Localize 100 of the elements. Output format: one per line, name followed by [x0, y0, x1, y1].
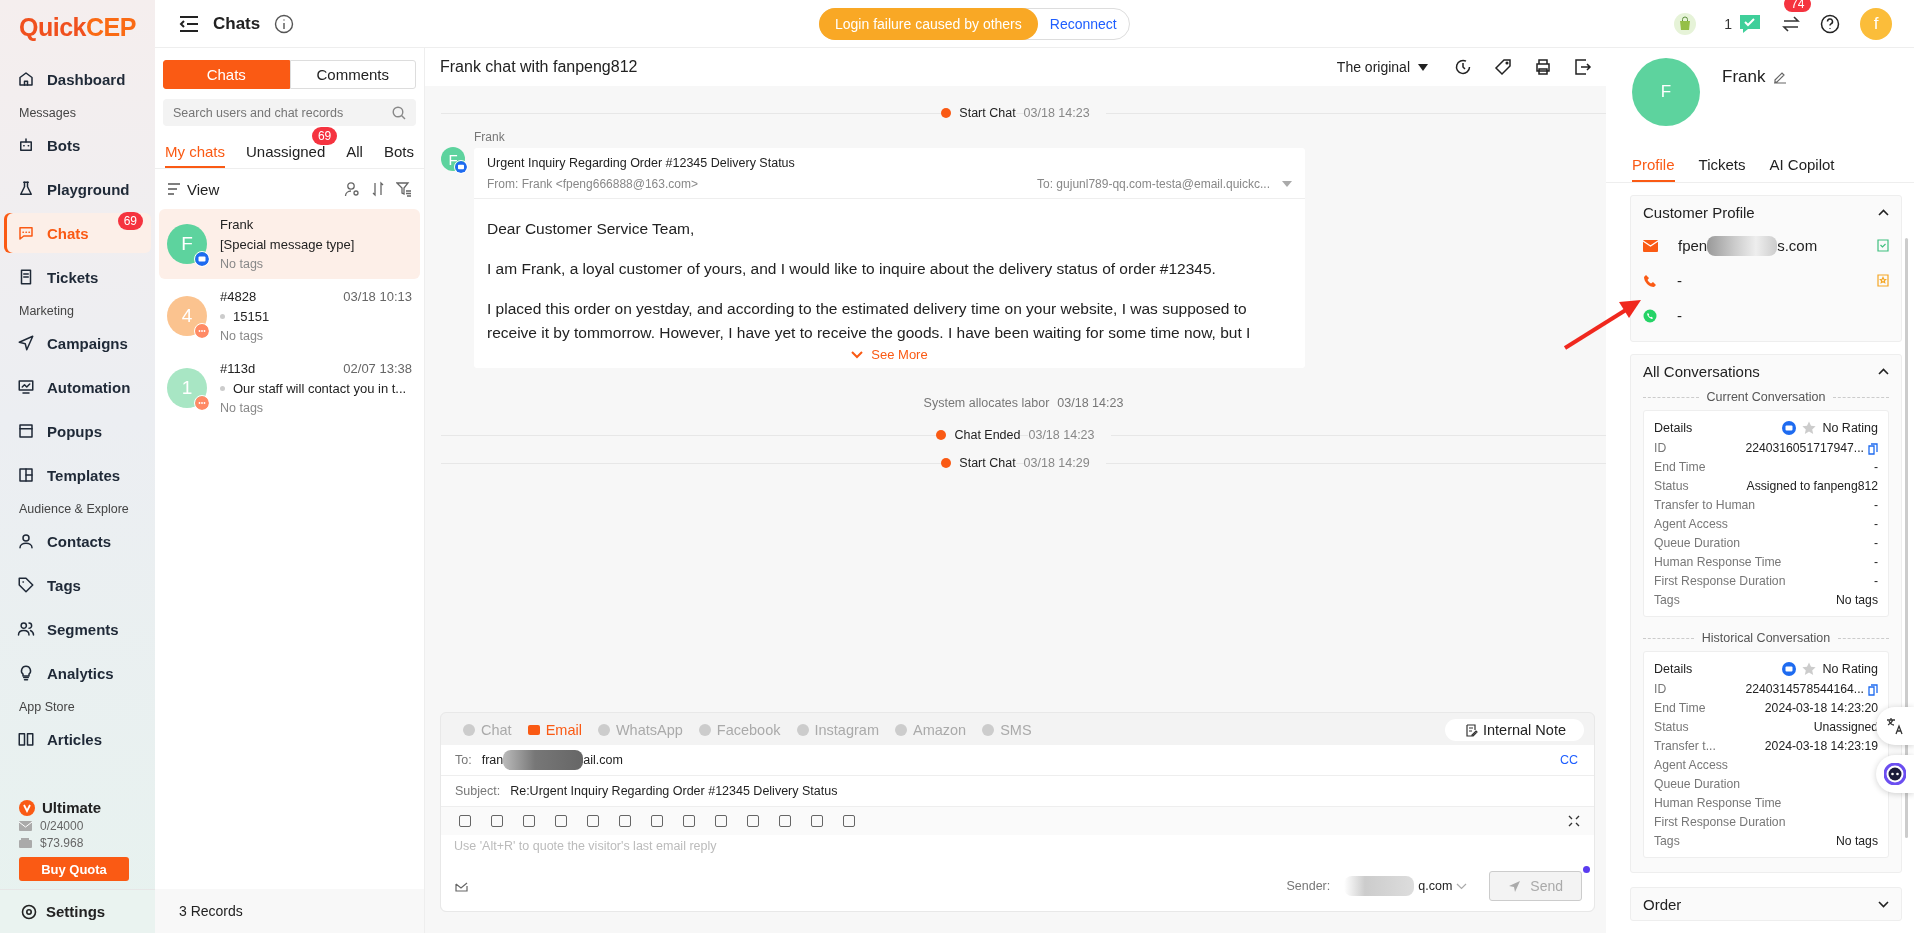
conversation-item[interactable]: 1 #113d 02/07 13:38 Our staff will contact you in t... No tags	[159, 353, 420, 423]
field-label: Status	[1654, 719, 1689, 736]
chat-filter-tab[interactable]: Bots	[383, 140, 414, 168]
nav-item[interactable]: Bots	[4, 125, 151, 165]
flask-icon	[17, 180, 35, 198]
channel-icon	[597, 724, 610, 736]
print-icon[interactable]	[1534, 58, 1552, 76]
nav-item[interactable]: Tags	[4, 565, 151, 605]
history-clock-icon[interactable]	[1454, 58, 1472, 76]
filter-icon[interactable]	[396, 181, 412, 197]
sender-label: Sender:	[1286, 879, 1331, 893]
copy-icon[interactable]	[1868, 683, 1878, 696]
search-icon	[392, 106, 406, 120]
email-prefix: fpen	[1678, 237, 1708, 254]
details-label: Details	[1654, 662, 1693, 676]
nav-item[interactable]: Articles	[4, 719, 151, 759]
reconnect-link[interactable]: Reconnect	[1037, 15, 1129, 32]
email-paragraph: Dear Customer Service Team,	[487, 219, 696, 239]
field-label: Status	[1654, 478, 1689, 495]
section-title: Customer Profile	[1643, 203, 1755, 221]
plan-name: Ultimate	[42, 799, 102, 816]
help-icon[interactable]	[1820, 13, 1840, 34]
profile-tab[interactable]: Tickets	[1698, 146, 1746, 182]
page-title: Chats	[213, 13, 261, 34]
nav-item[interactable]: Templates	[4, 455, 151, 495]
field-value: 2024-03-18 14:23:19	[1764, 738, 1878, 755]
subject-field[interactable]: Re:Urgent Inquiry Regarding Order #12345 Delivery Status	[510, 784, 838, 798]
chevron-down-icon[interactable]	[1878, 900, 1889, 908]
balance: $73.968	[40, 836, 84, 850]
nav-item[interactable]: Playground	[4, 169, 151, 209]
chevron-up-icon[interactable]	[1878, 367, 1889, 375]
counter: 1	[1724, 15, 1732, 32]
alert-message: Login failure caused by others	[819, 7, 1038, 40]
expand-icon[interactable]	[1568, 815, 1580, 827]
timestamp: 03/18 10:13	[343, 289, 412, 304]
email-badge-icon	[1782, 662, 1797, 676]
bookmark-check-icon[interactable]	[1877, 239, 1889, 252]
copy-icon[interactable]	[1868, 442, 1878, 455]
envelope-icon[interactable]	[455, 880, 468, 892]
window-icon	[17, 422, 35, 440]
internal-note-button[interactable]: Internal Note	[1444, 719, 1584, 741]
assistant-button[interactable]	[1876, 755, 1914, 793]
book-icon	[17, 730, 35, 748]
contact-name: #4828	[220, 289, 257, 304]
tag-icon[interactable]	[1494, 58, 1512, 76]
tags-label: No tags	[220, 257, 265, 271]
nav-item[interactable]: Campaigns	[4, 323, 151, 363]
field-value: -	[1873, 497, 1878, 514]
nav-item[interactable]: Contacts	[4, 521, 151, 561]
email-paragraph: I placed this order on yestday, and according to the estimated delivery time on your website, I was supposed to receive it by tommorrow. However, I have yet to receive the goods. I have been waiting for some time now, but I	[487, 299, 1252, 343]
avatar: 4	[167, 296, 207, 336]
chevron-up-icon[interactable]	[1878, 208, 1889, 216]
channel-icon	[463, 724, 475, 736]
nav-item[interactable]: Dashboard	[4, 59, 151, 99]
nav-item[interactable]: Popups	[4, 411, 151, 451]
search-field[interactable]: Search users and chat records	[163, 99, 416, 126]
v-badge-icon	[19, 799, 35, 816]
person-gear-icon[interactable]	[344, 181, 360, 197]
channel-icon	[527, 725, 540, 735]
chat-type-tab[interactable]: Comments	[289, 60, 416, 89]
wallet-icon	[19, 838, 32, 848]
edit-pencil-icon[interactable]	[1773, 70, 1788, 84]
field-value: Unassigned	[1813, 719, 1878, 736]
nav-item[interactable]: Analytics	[4, 653, 151, 693]
section-title: All Conversations	[1643, 362, 1760, 380]
cc-link[interactable]: CC	[1559, 753, 1578, 767]
email-quota: 0/24000	[40, 819, 84, 833]
event-icon	[936, 430, 947, 440]
email-subject: Urgent Inquiry Regarding Order #12345 Delivery Status	[487, 156, 796, 170]
info-icon[interactable]	[274, 13, 295, 34]
exit-icon[interactable]	[1574, 58, 1592, 76]
conversation-item[interactable]: F Frank [Special message type] No tags	[159, 209, 420, 279]
field-value: -	[1873, 516, 1878, 533]
tag-icon	[17, 576, 35, 594]
profile-tab[interactable]: AI Copilot	[1769, 146, 1835, 182]
record-count: 3 Records	[155, 889, 424, 933]
sort-arrows-icon[interactable]	[370, 181, 386, 197]
star-icon	[1802, 421, 1817, 435]
menu-collapse-icon[interactable]	[179, 14, 199, 33]
field-value: 2240316051717947...	[1745, 440, 1864, 457]
house-icon	[17, 70, 35, 88]
chat-check-icon[interactable]	[1738, 12, 1762, 35]
caret-icon	[1418, 63, 1428, 71]
field-value: 2240314578544164...	[1745, 681, 1864, 698]
nav-item[interactable]: Tickets	[4, 257, 151, 297]
message-preview: Our staff will contact you in t...	[233, 381, 407, 396]
translate-button[interactable]	[1876, 707, 1914, 745]
swap-arrows-icon[interactable]	[1782, 15, 1800, 32]
avatar: F	[1632, 58, 1700, 126]
view-menu-button[interactable]: View	[167, 180, 220, 198]
nav-item[interactable]: Segments	[4, 609, 151, 649]
bookmark-star-icon[interactable]	[1877, 274, 1889, 287]
nav-item[interactable]: Automation	[4, 367, 151, 407]
layout-icon	[17, 466, 35, 484]
chat-filter-tab[interactable]: All	[346, 140, 363, 168]
chevron-down-icon	[851, 350, 864, 359]
contact-name: Frank	[220, 217, 254, 232]
unread-count-badge: 69	[311, 127, 338, 145]
conversation-item[interactable]: 4 #4828 03/18 10:13 15151 No tags	[159, 281, 420, 351]
view-mode-dropdown[interactable]: The original	[1336, 59, 1428, 75]
